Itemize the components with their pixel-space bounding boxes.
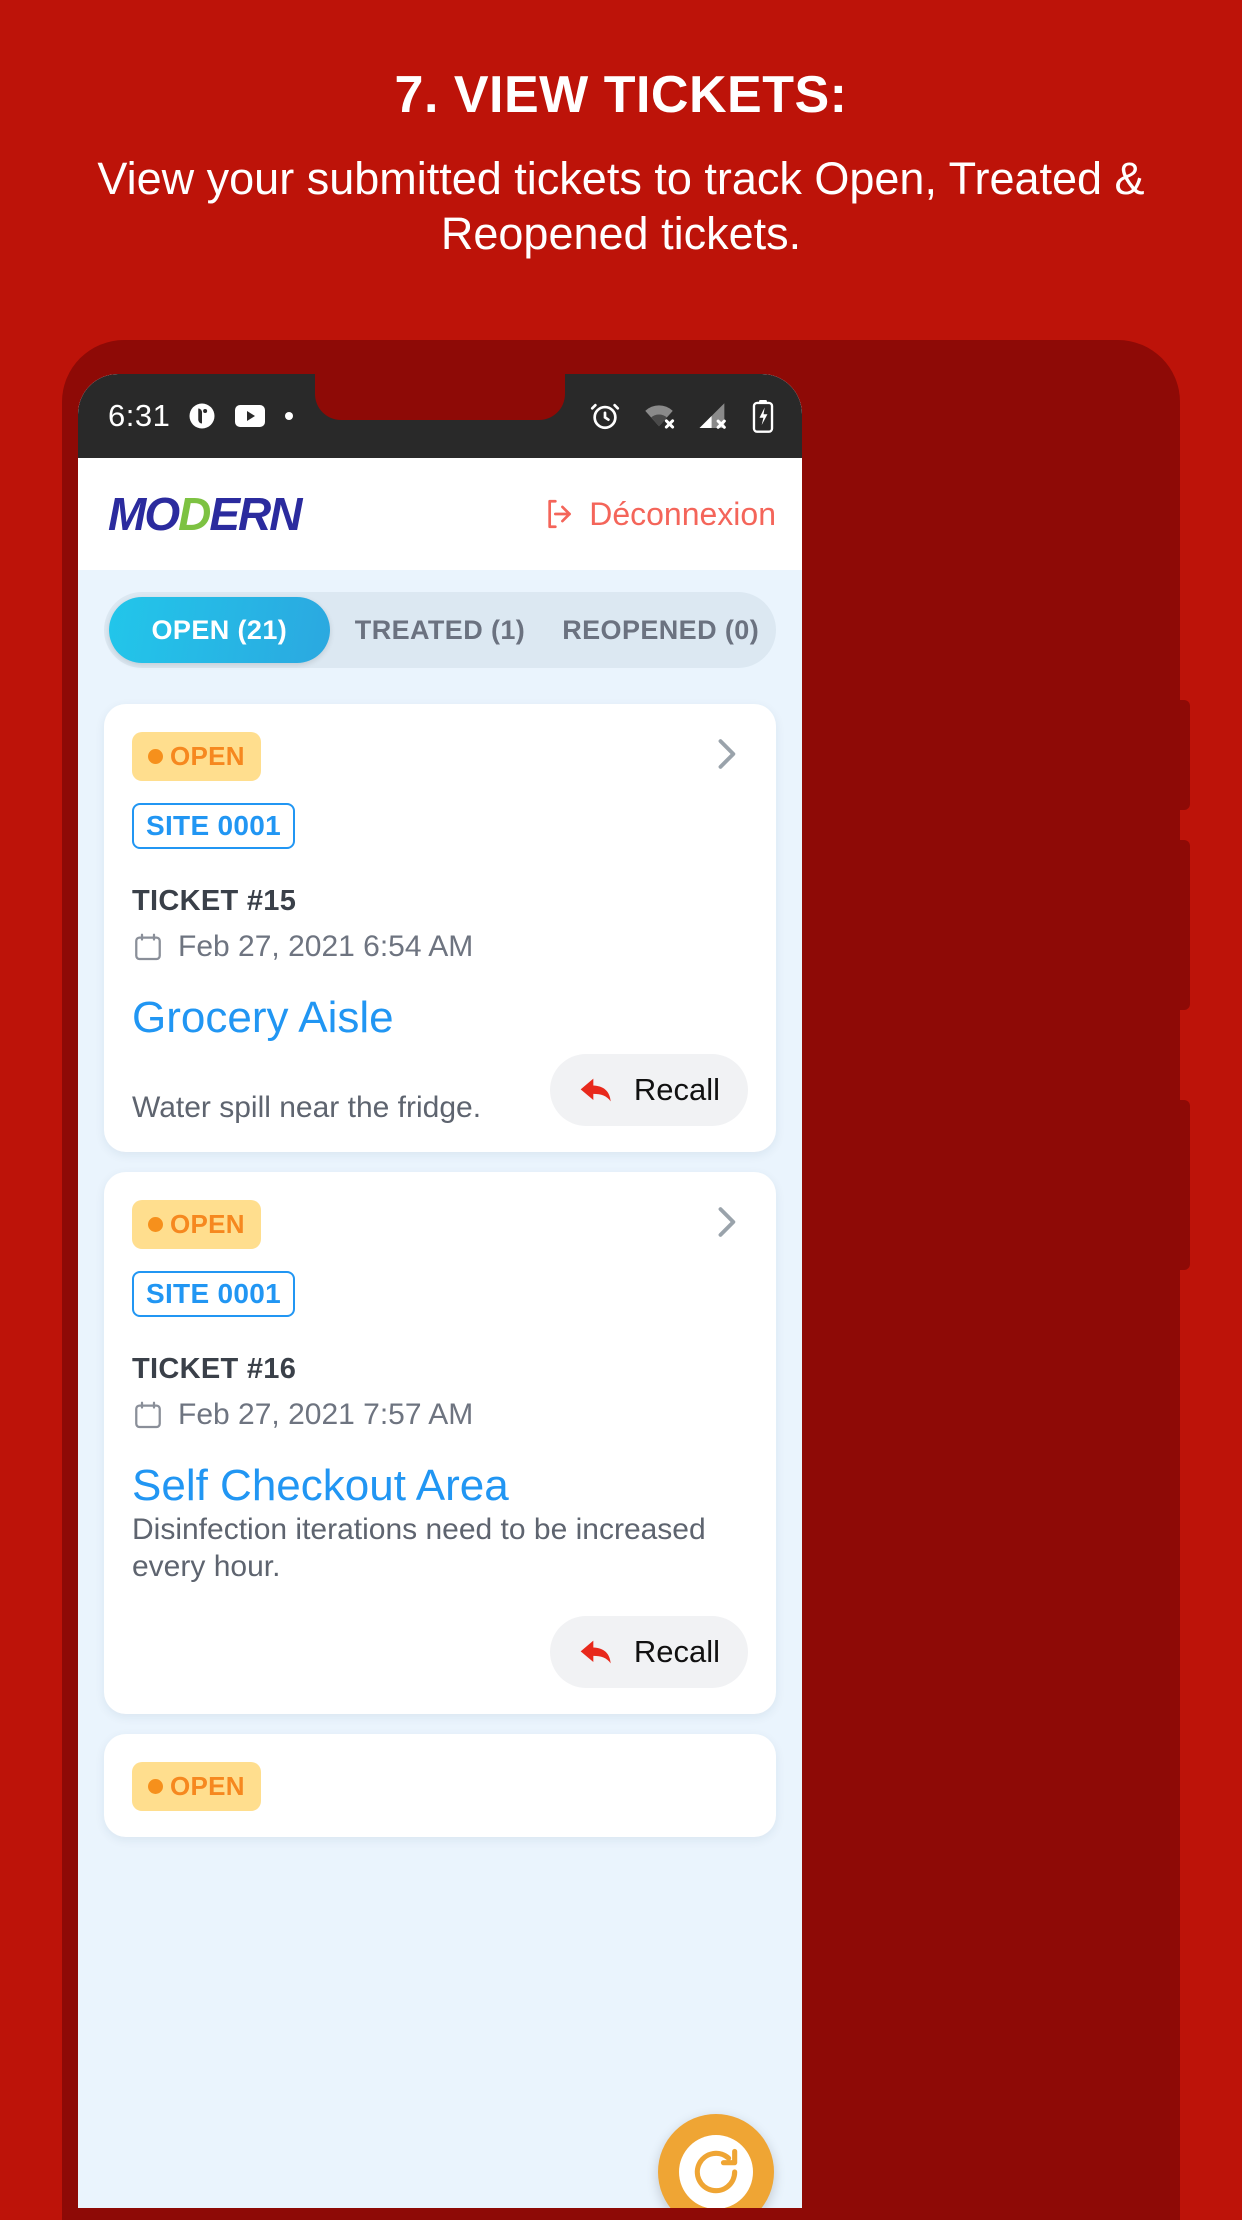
status-badge: OPEN xyxy=(132,1761,261,1811)
phone-side-button-volume-up xyxy=(1178,700,1190,810)
phone-side-button-power xyxy=(1178,1100,1190,1270)
status-badge: OPEN xyxy=(132,1200,261,1250)
status-badge-label: OPEN xyxy=(170,1209,245,1240)
refresh-fab-inner xyxy=(679,2135,753,2208)
ticket-date-row: Feb 27, 2021 7:57 AM xyxy=(132,1398,748,1432)
promo-subtitle: View your submitted tickets to track Ope… xyxy=(97,152,1145,259)
ticket-title[interactable]: Grocery Aisle xyxy=(132,993,748,1042)
recall-button[interactable]: Recall xyxy=(549,1615,748,1688)
battery-charging-icon xyxy=(750,399,776,433)
status-badge-label: OPEN xyxy=(170,1770,245,1801)
ticket-number: TICKET #15 xyxy=(132,885,297,917)
status-dot-icon xyxy=(148,1778,163,1794)
ticket-card-footer: Recall xyxy=(132,1598,748,1688)
status-bar-clock: 6:31 xyxy=(108,398,171,433)
chevron-right-icon[interactable] xyxy=(704,1200,748,1249)
logo-text-part3: ERN xyxy=(209,488,302,540)
ticket-card[interactable]: OPEN SITE 0001 TICKET #15 Feb 27, 2021 6… xyxy=(104,704,776,1153)
logout-icon xyxy=(544,497,578,531)
undo-icon xyxy=(578,1637,618,1667)
tab-reopened[interactable]: REOPENED (0) xyxy=(550,597,771,663)
youtube-icon xyxy=(234,404,266,428)
wifi-off-icon xyxy=(642,399,676,433)
tab-open[interactable]: OPEN (21) xyxy=(109,597,330,663)
ticket-number: TICKET #16 xyxy=(132,1353,297,1386)
ticket-card-header: OPEN xyxy=(132,1200,748,1250)
status-bar-right xyxy=(588,399,776,433)
ticket-card-footer: Water spill near the fridge. Recall xyxy=(132,1054,748,1127)
recall-button[interactable]: Recall xyxy=(549,1054,748,1127)
signal-off-icon xyxy=(696,399,730,433)
ticket-list[interactable]: OPEN SITE 0001 TICKET #15 Feb 27, 2021 6… xyxy=(78,686,802,1837)
ticket-card[interactable]: OPEN xyxy=(104,1733,776,1837)
phone-side-button-volume-down xyxy=(1178,840,1190,1010)
site-badge: SITE 0001 xyxy=(132,1271,296,1318)
status-dot-icon xyxy=(148,749,163,764)
promo-header: 7. VIEW TICKETS: View your submitted tic… xyxy=(0,0,1242,262)
tabs-container: OPEN (21) TREATED (1) REOPENED (0) xyxy=(78,570,802,686)
ticket-date: Feb 27, 2021 7:57 AM xyxy=(178,1398,474,1432)
logout-label: Déconnexion xyxy=(589,495,776,532)
chevron-right-icon[interactable] xyxy=(704,732,748,781)
tab-bar: OPEN (21) TREATED (1) REOPENED (0) xyxy=(104,592,776,668)
status-badge: OPEN xyxy=(132,732,261,781)
ticket-date-row: Feb 27, 2021 6:54 AM xyxy=(132,930,748,964)
app-bar: MO D ERN Déconnexion xyxy=(78,458,802,570)
calendar-icon xyxy=(132,1399,164,1431)
ticket-card-header: OPEN xyxy=(132,732,748,781)
phone-notch xyxy=(315,374,565,420)
logo-text-part1: MO xyxy=(108,488,180,540)
logout-button[interactable]: Déconnexion xyxy=(544,496,776,533)
status-bar: 6:31 xyxy=(78,374,802,458)
ticket-description: Disinfection iterations need to be incre… xyxy=(132,1512,706,1584)
ticket-card-header: OPEN xyxy=(132,1761,748,1811)
ticket-card[interactable]: OPEN SITE 0001 TICKET #16 Feb 27, 2021 7… xyxy=(104,1172,776,1714)
ticket-date: Feb 27, 2021 6:54 AM xyxy=(178,930,474,963)
notification-icon xyxy=(187,401,217,431)
status-bar-left: 6:31 xyxy=(108,398,295,434)
recall-label: Recall xyxy=(633,1072,720,1108)
ticket-title[interactable]: Self Checkout Area xyxy=(132,1461,748,1510)
promo-title: 7. VIEW TICKETS: xyxy=(394,66,848,124)
status-badge-label: OPEN xyxy=(170,741,245,771)
logo-text-accent: D xyxy=(178,488,211,540)
site-badge: SITE 0001 xyxy=(132,803,296,849)
refresh-icon xyxy=(688,2144,744,2200)
undo-icon xyxy=(578,1075,618,1105)
tab-treated[interactable]: TREATED (1) xyxy=(330,597,551,663)
phone-screen: 6:31 MO D ERN Déconnexion OPEN (21) TREA… xyxy=(78,374,802,2208)
alarm-icon xyxy=(588,399,622,433)
more-dot-icon xyxy=(283,410,295,422)
refresh-fab-button[interactable] xyxy=(658,2114,774,2208)
status-dot-icon xyxy=(148,1217,163,1233)
recall-label: Recall xyxy=(633,1633,720,1669)
ticket-description: Water spill near the fridge. xyxy=(132,1090,482,1124)
modern-logo: MO D ERN xyxy=(108,488,302,540)
calendar-icon xyxy=(132,931,164,963)
